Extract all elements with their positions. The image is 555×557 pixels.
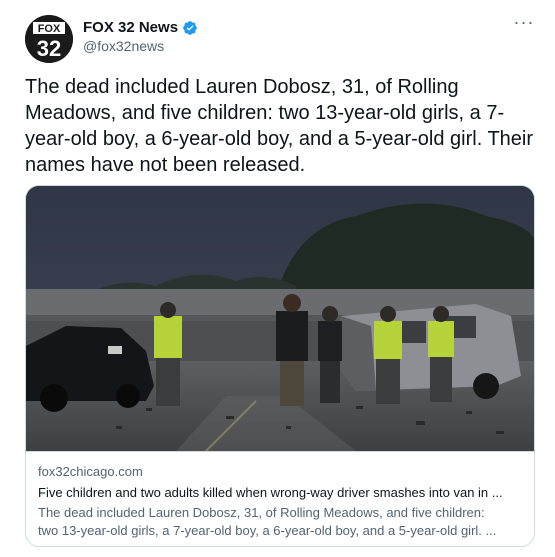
more-options-icon[interactable]: ···	[512, 13, 536, 36]
card-image[interactable]	[26, 186, 534, 451]
link-card[interactable]: fox32chicago.com Five children and two a…	[25, 185, 535, 547]
author-name-row[interactable]: FOX 32 News	[83, 19, 198, 36]
tweet[interactable]: FOX 32 FOX 32 News @fox32news ··· The de…	[0, 0, 555, 557]
fox32-logo-icon: FOX 32	[25, 15, 73, 63]
avatar-text-top: FOX	[38, 23, 61, 35]
avatar-text-bottom: 32	[37, 36, 61, 61]
card-meta[interactable]: fox32chicago.com Five children and two a…	[26, 451, 534, 546]
crash-scene-photo	[26, 186, 534, 451]
card-domain: fox32chicago.com	[38, 464, 143, 479]
tweet-text: The dead included Lauren Dobosz, 31, of …	[25, 76, 534, 176]
avatar[interactable]: FOX 32	[25, 15, 73, 63]
verified-badge-icon	[182, 20, 198, 36]
card-description-line: two 13-year-old girls, a 7-year-old boy,…	[38, 523, 497, 538]
card-description-line: The dead included Lauren Dobosz, 31, of …	[38, 505, 485, 520]
display-name[interactable]: FOX 32 News	[83, 19, 178, 36]
card-description: The dead included Lauren Dobosz, 31, of …	[38, 504, 528, 540]
author-handle[interactable]: @fox32news	[83, 38, 164, 54]
card-title: Five children and two adults killed when…	[38, 485, 503, 500]
